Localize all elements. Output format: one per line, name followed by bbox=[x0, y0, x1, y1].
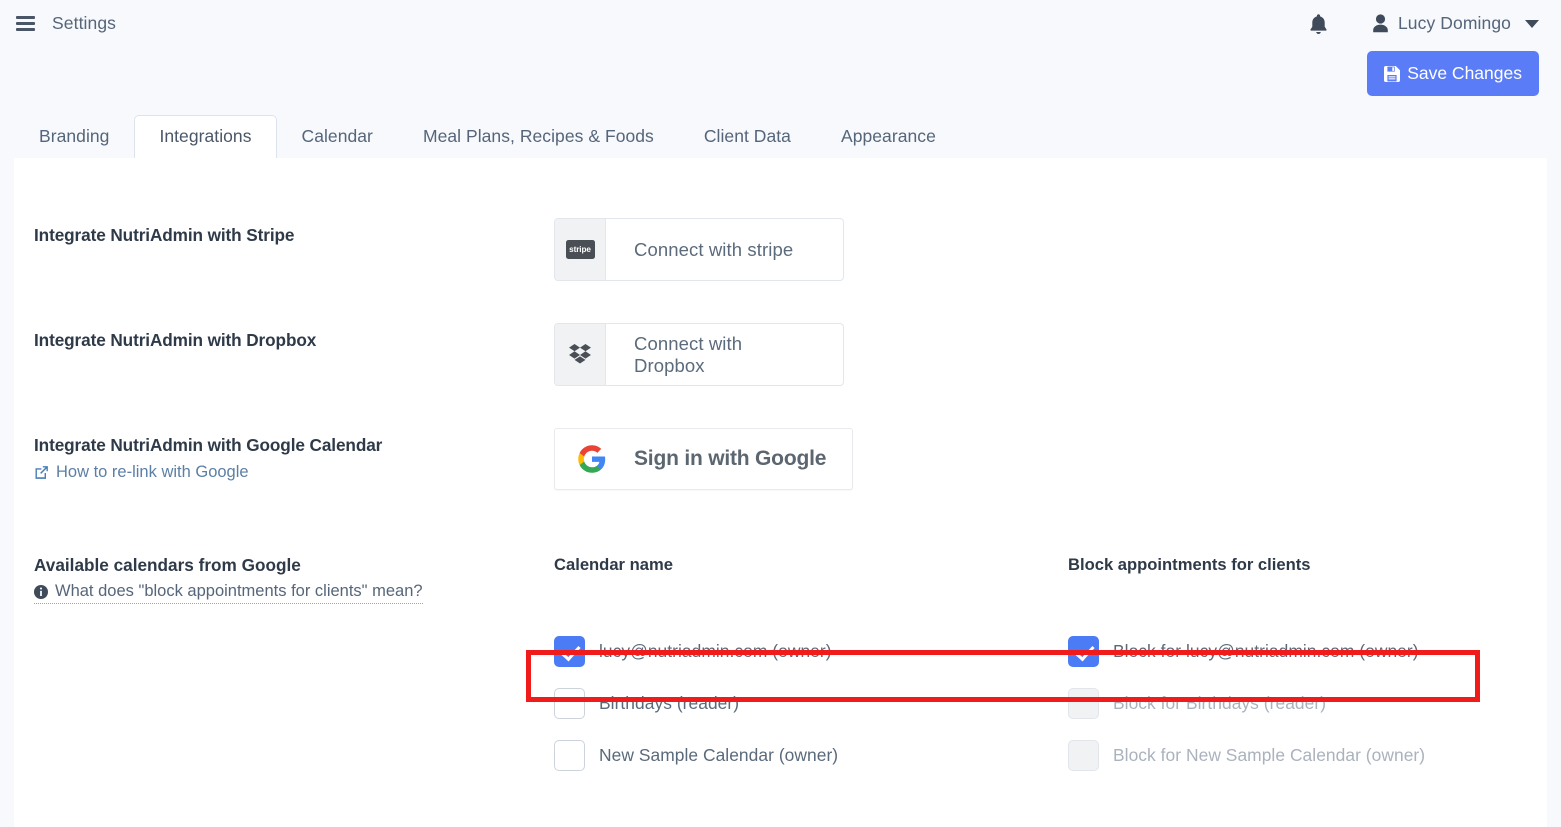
integration-row-stripe: Integrate NutriAdmin with Stripe stripe … bbox=[14, 218, 1547, 281]
tab-branding[interactable]: Branding bbox=[14, 115, 134, 159]
external-link-icon bbox=[34, 465, 49, 480]
tabs-bar: Branding Integrations Calendar Meal Plan… bbox=[0, 105, 1561, 160]
available-calendars-label-block: Available calendars from Google What doe… bbox=[34, 555, 554, 604]
save-changes-button[interactable]: Save Changes bbox=[1367, 51, 1539, 96]
info-circle-icon bbox=[34, 584, 48, 599]
user-menu[interactable]: Lucy Domingo bbox=[1372, 13, 1539, 34]
tab-calendar[interactable]: Calendar bbox=[277, 115, 398, 159]
page-title: Settings bbox=[52, 13, 117, 33]
calendar-enable-checkbox-lucy[interactable] bbox=[554, 635, 585, 667]
connect-with-stripe-button[interactable]: stripe Connect with stripe bbox=[554, 218, 844, 281]
dropbox-label-block: Integrate NutriAdmin with Dropbox bbox=[34, 323, 554, 351]
calendar-name-cell: New Sample Calendar (owner) bbox=[554, 739, 1068, 771]
calendar-name-cell: Birthdays (reader) bbox=[554, 687, 1068, 719]
connect-with-dropbox-button[interactable]: Connect with Dropbox bbox=[554, 323, 844, 386]
column-header-calendar-name: Calendar name bbox=[554, 555, 673, 574]
integrations-panel: Integrate NutriAdmin with Stripe stripe … bbox=[14, 158, 1547, 827]
block-appointments-cell: Block for Birthdays (reader) bbox=[1068, 687, 1327, 719]
block-appointments-label: Block for lucy@nutriadmin.com (owner) bbox=[1113, 640, 1419, 661]
block-appointments-label: Block for Birthdays (reader) bbox=[1113, 692, 1327, 713]
stripe-label-block: Integrate NutriAdmin with Stripe bbox=[34, 218, 554, 246]
connect-with-stripe-label: Connect with stripe bbox=[634, 238, 794, 260]
stripe-title: Integrate NutriAdmin with Stripe bbox=[34, 225, 295, 245]
block-appointments-cell: Block for New Sample Calendar (owner) bbox=[1068, 739, 1426, 771]
tab-appearance[interactable]: Appearance bbox=[816, 115, 961, 159]
block-appointments-checkbox-birthdays bbox=[1068, 687, 1099, 719]
table-row: New Sample Calendar (owner) Block for Ne… bbox=[34, 729, 1547, 781]
dropbox-title: Integrate NutriAdmin with Dropbox bbox=[34, 330, 317, 350]
calendars-header-row: Available calendars from Google What doe… bbox=[34, 555, 1547, 604]
how-to-relink-link[interactable]: How to re-link with Google bbox=[34, 463, 554, 482]
stripe-logo-icon: stripe bbox=[555, 219, 606, 280]
google-label-block: Integrate NutriAdmin with Google Calenda… bbox=[34, 428, 554, 482]
calendar-name-label: New Sample Calendar (owner) bbox=[599, 744, 839, 765]
block-appointments-help-label: What does "block appointments for client… bbox=[55, 582, 423, 600]
sign-in-with-google-label: Sign in with Google bbox=[634, 447, 827, 470]
top-bar-right: Lucy Domingo bbox=[1304, 0, 1539, 47]
calendar-name-cell: lucy@nutriadmin.com (owner) bbox=[554, 635, 1068, 667]
block-appointments-checkbox-new-sample bbox=[1068, 739, 1099, 771]
table-row: Birthdays (reader) Block for Birthdays (… bbox=[34, 677, 1547, 729]
block-appointments-cell: Block for lucy@nutriadmin.com (owner) bbox=[1068, 635, 1419, 667]
column-header-block-appointments: Block appointments for clients bbox=[1068, 555, 1311, 574]
user-avatar-icon bbox=[1372, 14, 1389, 33]
tab-integrations[interactable]: Integrations bbox=[134, 114, 277, 160]
top-bar: Settings Lucy Domingo bbox=[0, 0, 1561, 47]
sign-in-with-google-button[interactable]: Sign in with Google bbox=[554, 428, 854, 490]
integration-row-dropbox: Integrate NutriAdmin with Dropbox Connec… bbox=[14, 323, 1547, 386]
notification-bell-icon[interactable] bbox=[1304, 9, 1334, 39]
calendar-rows: lucy@nutriadmin.com (owner) Block for lu… bbox=[34, 625, 1547, 781]
save-row: Save Changes bbox=[0, 47, 1561, 105]
integration-row-google-calendar: Integrate NutriAdmin with Google Calenda… bbox=[14, 428, 1547, 490]
connect-with-dropbox-label: Connect with Dropbox bbox=[634, 332, 743, 376]
save-changes-label: Save Changes bbox=[1407, 63, 1522, 83]
block-appointments-label: Block for New Sample Calendar (owner) bbox=[1113, 744, 1426, 765]
calendar-name-label: lucy@nutriadmin.com (owner) bbox=[599, 640, 832, 661]
how-to-relink-label: How to re-link with Google bbox=[56, 463, 249, 481]
calendar-name-label: Birthdays (reader) bbox=[599, 692, 740, 713]
save-disk-icon bbox=[1384, 65, 1401, 82]
google-logo-icon bbox=[577, 444, 607, 474]
dropbox-logo-icon bbox=[555, 324, 606, 385]
user-name-label: Lucy Domingo bbox=[1397, 13, 1511, 33]
chevron-down-icon bbox=[1525, 19, 1539, 28]
block-appointments-checkbox-lucy[interactable] bbox=[1068, 635, 1099, 667]
available-calendars-title: Available calendars from Google bbox=[34, 555, 301, 575]
tab-client-data[interactable]: Client Data bbox=[679, 115, 816, 159]
calendar-enable-checkbox-birthdays[interactable] bbox=[554, 687, 585, 719]
hamburger-icon[interactable] bbox=[16, 16, 35, 31]
tab-meal-plans-recipes-foods[interactable]: Meal Plans, Recipes & Foods bbox=[398, 115, 679, 159]
block-appointments-help[interactable]: What does "block appointments for client… bbox=[34, 582, 423, 604]
google-calendar-title: Integrate NutriAdmin with Google Calenda… bbox=[34, 435, 383, 455]
table-row: lucy@nutriadmin.com (owner) Block for lu… bbox=[34, 625, 1547, 677]
available-calendars-section: Available calendars from Google What doe… bbox=[14, 555, 1547, 781]
stripe-badge-text: stripe bbox=[565, 240, 595, 259]
calendar-enable-checkbox-new-sample[interactable] bbox=[554, 739, 585, 771]
